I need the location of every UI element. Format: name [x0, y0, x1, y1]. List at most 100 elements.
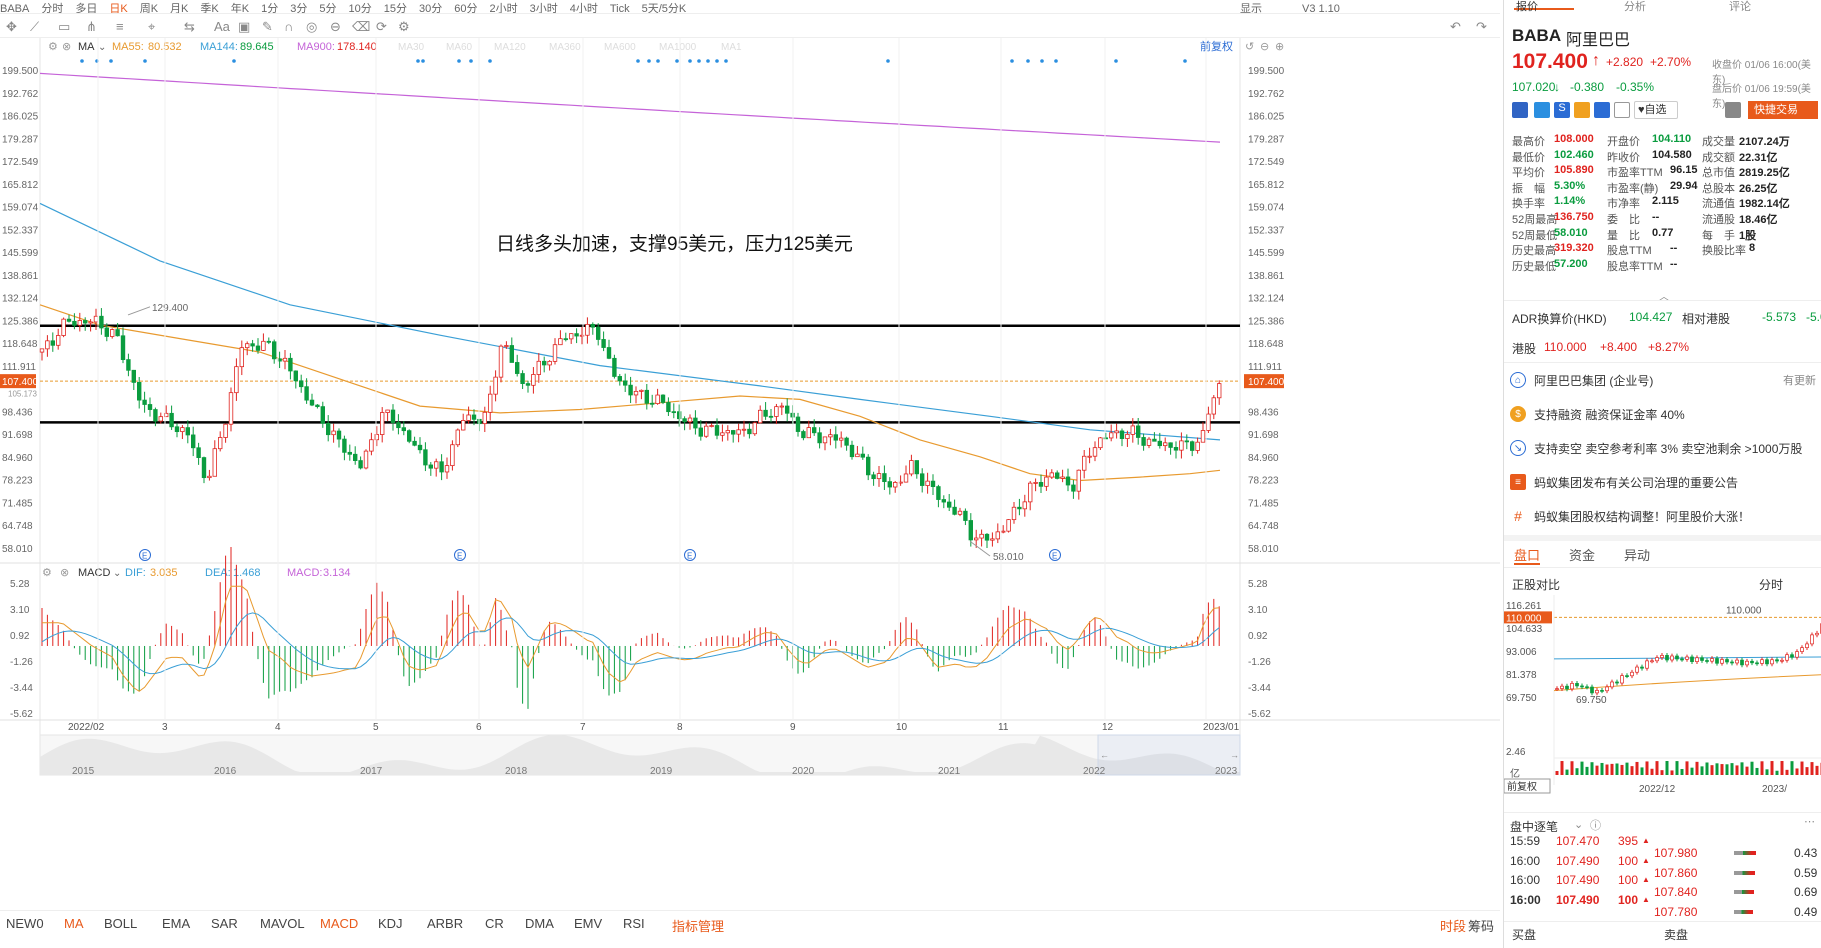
tab-analysis[interactable]: 分析: [1624, 0, 1646, 14]
indicator-tab-指标管理[interactable]: 指标管理: [672, 916, 724, 935]
period-item[interactable]: 3分: [290, 0, 307, 13]
period-item[interactable]: Tick: [610, 3, 630, 13]
cursor-tool-icon[interactable]: ⌖: [148, 19, 155, 35]
indicator-tab-cr[interactable]: CR: [485, 916, 504, 931]
subtab-movement[interactable]: 异动: [1624, 545, 1650, 564]
share-icon[interactable]: [1594, 102, 1610, 118]
price-tick-left: 118.648: [2, 339, 38, 350]
indicator-tab-ema[interactable]: EMA: [162, 916, 190, 931]
info-icon[interactable]: ⓘ: [1590, 817, 1601, 833]
flag-us-icon[interactable]: [1512, 102, 1528, 118]
candle-body: [1076, 469, 1081, 492]
period-item[interactable]: 5天/5分K: [642, 0, 687, 13]
tab-quote[interactable]: 报价: [1516, 0, 1538, 14]
candle-body: [763, 409, 768, 417]
mini-volume-bar: [1770, 761, 1774, 775]
news-item[interactable]: ↘ 支持卖空 卖空参考利率 3% 卖空池剩余 >1000万股: [1510, 433, 1821, 463]
period-item[interactable]: 3小时: [530, 0, 558, 13]
channel-tool-icon[interactable]: ≡: [116, 19, 124, 34]
magnet-icon[interactable]: ∩: [284, 19, 293, 34]
note-icon[interactable]: [1574, 102, 1590, 118]
candle-body: [482, 411, 487, 425]
period-item[interactable]: BABA: [0, 3, 29, 13]
compare-mode[interactable]: 分时: [1759, 576, 1783, 593]
bell-icon[interactable]: [1725, 102, 1741, 118]
ma-faded-label: MA360: [549, 42, 581, 53]
eye-icon[interactable]: ◎: [306, 19, 317, 35]
indicator-tab-new0[interactable]: NEW0: [6, 916, 44, 931]
ticks-dropdown-icon[interactable]: ⌄: [1574, 818, 1583, 831]
period-item[interactable]: 60分: [454, 0, 477, 13]
rectangle-tool-icon[interactable]: ▭: [58, 19, 70, 35]
period-item[interactable]: 季K: [200, 0, 218, 13]
period-item[interactable]: 年K: [231, 0, 249, 13]
period-item[interactable]: 10分: [348, 0, 371, 13]
tab-comments[interactable]: 评论: [1729, 0, 1751, 14]
kline-chart[interactable]: ⚙ ⊗ MA ⌄ MA55: 80.532 MA144: 89.645 MA900: 178.14…: [0, 38, 1500, 910]
sell-side-tab[interactable]: 卖盘: [1664, 926, 1688, 943]
display-menu[interactable]: 显示: [1240, 0, 1262, 13]
session-button[interactable]: 时段: [1440, 916, 1466, 935]
earnings-marker-letter: E: [1052, 552, 1057, 561]
trash-icon[interactable]: ⌫: [352, 19, 370, 35]
lightning-icon[interactable]: [1534, 102, 1550, 118]
redo-icon[interactable]: ↷: [1476, 19, 1487, 35]
mini-compare-chart[interactable]: 116.261110.000104.63393.00681.37869.7502…: [1504, 595, 1821, 810]
chips-button[interactable]: 筹码: [1468, 916, 1494, 935]
indicator-tab-mavol[interactable]: MAVOL: [260, 916, 305, 931]
news-item[interactable]: # 蚂蚁集团股权结构调整！阿里股价大涨！: [1510, 501, 1821, 531]
quick-trade-button[interactable]: 快捷交易: [1748, 101, 1818, 119]
stat-label: 开盘价: [1607, 136, 1640, 148]
indicator-tab-boll[interactable]: BOLL: [104, 916, 137, 931]
indicator-tab-rsi[interactable]: RSI: [623, 916, 645, 931]
indicator-tab-sar[interactable]: SAR: [211, 916, 238, 931]
price-tick-right: 71.485: [1248, 498, 1279, 509]
period-item[interactable]: 15分: [384, 0, 407, 13]
news-icon[interactable]: [1614, 102, 1630, 118]
period-item[interactable]: 日K: [109, 0, 127, 13]
period-item[interactable]: 多日: [75, 0, 97, 13]
period-item[interactable]: 1分: [261, 0, 278, 13]
indicator-tab-macd[interactable]: MACD: [320, 916, 358, 931]
news-item[interactable]: ≡ 蚂蚁集团发布有关公司治理的重要公告: [1510, 467, 1821, 497]
period-item[interactable]: 5分: [319, 0, 336, 13]
buy-side-tab[interactable]: 买盘: [1512, 926, 1536, 943]
undo-icon[interactable]: ↶: [1450, 19, 1461, 35]
lock-icon[interactable]: ⊖: [330, 19, 341, 35]
subtab-capital[interactable]: 资金: [1569, 545, 1595, 564]
period-item[interactable]: 30分: [419, 0, 442, 13]
fibonacci-tool-icon[interactable]: ⋔: [86, 19, 97, 35]
period-item[interactable]: 月K: [170, 0, 188, 13]
line-tool-icon[interactable]: ⟋: [30, 19, 39, 35]
add-watchlist-button[interactable]: ♥自选: [1634, 101, 1678, 119]
candle-body: [39, 348, 45, 353]
indicator-tab-ma[interactable]: MA: [64, 916, 84, 931]
indicator-tab-emv[interactable]: EMV: [574, 916, 602, 931]
ticks-title[interactable]: 盘中逐笔: [1510, 818, 1558, 835]
indicator-tab-arbr[interactable]: ARBR: [427, 916, 463, 931]
news-item[interactable]: ⌂ 阿里巴巴集团 (企业号) 有更新: [1510, 365, 1821, 395]
news-item[interactable]: $ 支持融资 融资保证金率 40%: [1510, 399, 1821, 429]
compare-title: 正股对比: [1512, 578, 1561, 592]
brush-tool-icon[interactable]: ▣: [238, 19, 250, 35]
book-price: 107.840: [1654, 885, 1698, 899]
more-icon[interactable]: ⋯: [1804, 815, 1815, 828]
period-item[interactable]: 周K: [140, 0, 158, 13]
candle-body: [1060, 476, 1065, 479]
subtab-orderbook[interactable]: 盘口: [1514, 545, 1540, 564]
period-item[interactable]: 2小时: [489, 0, 517, 13]
text-tool-icon[interactable]: Aa: [214, 19, 230, 34]
period-item[interactable]: 分时: [41, 0, 63, 13]
year-label: 2016: [214, 766, 237, 777]
settings-icon[interactable]: ⚙: [398, 19, 410, 35]
indicator-bar: NEW0 MA BOLL EMA SAR MAVOL MACD KDJ ARBR CR DMA EMV…: [0, 910, 1500, 934]
news-text: 蚂蚁集团股权结构调整！阿里股价大涨！: [1534, 509, 1751, 524]
period-item[interactable]: 4小时: [570, 0, 598, 13]
arrow-tool-icon[interactable]: ⇆: [184, 19, 195, 35]
s-badge-icon[interactable]: S: [1554, 102, 1570, 118]
indicator-tab-dma[interactable]: DMA: [525, 916, 554, 931]
sync-icon[interactable]: ⟳: [376, 19, 387, 35]
crosshair-icon[interactable]: ✥: [6, 19, 17, 35]
indicator-tab-kdj[interactable]: KDJ: [378, 916, 403, 931]
pen-tool-icon[interactable]: ✎: [262, 19, 273, 35]
